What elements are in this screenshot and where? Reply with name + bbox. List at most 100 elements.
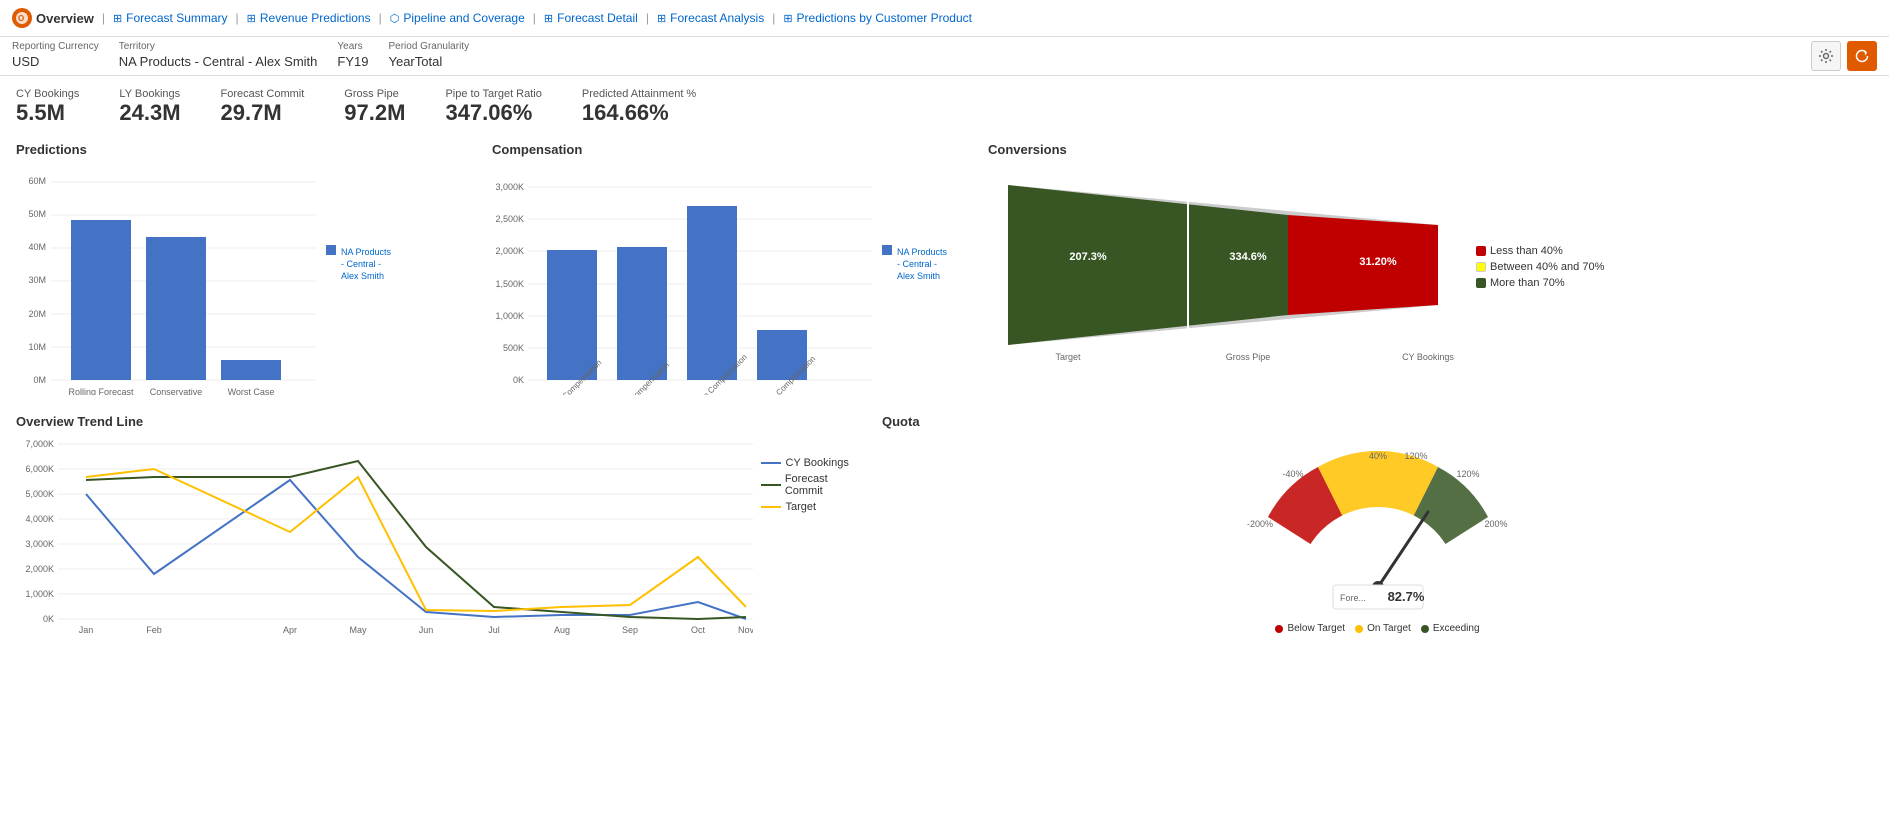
nav-bar: O Overview | ⊞ Forecast Summary | ⊞ Reve… [0,0,1889,37]
kpi-cy-bookings-value: 5.5M [16,100,79,126]
forecast-commit-legend-label: Forecast Commit [785,473,866,497]
kpi-pipe-target: Pipe to Target Ratio 347.06% [445,88,541,126]
kpi-ly-bookings-value: 24.3M [119,100,180,126]
bar-rolling-comp [617,247,667,380]
period-value: YearTotal [388,54,469,69]
predictions-chart: Predictions 0M 10M 20M 30M 40M 50M 60M [16,142,476,398]
predictions-customer-icon: ⊞ [783,12,792,25]
svg-text:Alex Smith: Alex Smith [897,271,940,281]
pipeline-coverage-label: Pipeline and Coverage [403,11,524,25]
svg-text:40%: 40% [1368,451,1386,461]
kpi-cy-bookings: CY Bookings 5.5M [16,88,79,126]
svg-text:40M: 40M [28,242,46,252]
kpi-gross-pipe-label: Gross Pipe [344,88,405,100]
period-label: Period Granularity [388,41,469,52]
svg-text:Target: Target [1055,352,1081,362]
cy-bookings-legend-label: CY Bookings [785,457,848,469]
gauge-legend-on-target: On Target [1355,623,1411,634]
compensation-title: Compensation [492,142,972,157]
compensation-chart: Compensation 0K 500K 1,000K 1,500K 2,000… [492,142,972,398]
quota-title: Quota [882,414,1873,429]
forecast-commit-line-legend [761,484,780,486]
conversions-title: Conversions [988,142,1873,157]
kpi-gross-pipe-value: 97.2M [344,100,405,126]
pipeline-icon: ⬡ [390,12,400,25]
refresh-button[interactable] [1847,41,1877,71]
svg-text:6,000K: 6,000K [25,464,54,474]
revenue-icon: ⊞ [247,12,256,25]
kpi-predicted-value: 164.66% [582,100,696,126]
svg-text:120%: 120% [1456,469,1479,479]
line-cy-bookings [86,480,746,619]
filter-period: Period Granularity YearTotal [388,41,469,71]
cy-bookings-line-legend [761,462,781,464]
svg-text:Sep: Sep [622,625,638,635]
nav-forecast-analysis[interactable]: ⊞ Forecast Analysis [657,11,764,25]
svg-text:5,000K: 5,000K [25,489,54,499]
svg-text:82.7%: 82.7% [1387,589,1424,604]
svg-text:50M: 50M [28,209,46,219]
filter-territory: Territory NA Products - Central - Alex S… [119,41,318,71]
legend-between-label: Between 40% and 70% [1490,261,1604,273]
revenue-predictions-label: Revenue Predictions [260,11,371,25]
svg-text:Fore...: Fore... [1339,593,1365,603]
filter-bar: Reporting Currency USD Territory NA Prod… [0,37,1889,76]
kpi-gross-pipe: Gross Pipe 97.2M [344,88,405,126]
svg-text:207.3%: 207.3% [1069,251,1107,263]
legend-yellow-dot [1476,262,1486,272]
legend-target: Target [761,501,866,513]
forecast-detail-label: Forecast Detail [557,11,638,25]
on-target-label: On Target [1367,623,1411,634]
svg-text:Jan: Jan [79,625,94,635]
brand-label: Overview [36,11,94,26]
nav-forecast-summary[interactable]: ⊞ Forecast Summary [113,11,228,25]
trend-svg: 0K 1,000K 2,000K 3,000K 4,000K 5,000K 6,… [16,437,753,637]
gear-icon [1818,48,1834,64]
bar-rolling-forecast [71,220,131,380]
currency-label: Reporting Currency [12,41,99,52]
forecast-analysis-icon: ⊞ [657,12,666,25]
svg-text:334.6%: 334.6% [1229,251,1267,263]
below-target-label: Below Target [1287,623,1345,634]
funnel-svg: 207.3% 334.6% 31.20% Target Gross Pipe C… [988,165,1468,365]
quota-section: Quota -20 [882,414,1873,637]
bar-worst-case [221,360,281,380]
svg-text:1,500K: 1,500K [495,279,524,289]
kpi-predicted-attainment: Predicted Attainment % 164.66% [582,88,696,126]
svg-text:1,000K: 1,000K [25,589,54,599]
gauge-svg: -200% -40% 40% 120% 120% 200% Fore... 82… [1238,437,1518,617]
sep-2: | [236,11,239,25]
nav-predictions-customer[interactable]: ⊞ Predictions by Customer Product [783,11,972,25]
gauge-legend-below: Below Target [1275,623,1345,634]
svg-text:7,000K: 7,000K [25,439,54,449]
forecast-detail-icon: ⊞ [544,12,553,25]
currency-value: USD [12,54,99,69]
nav-revenue-predictions[interactable]: ⊞ Revenue Predictions [247,11,371,25]
settings-button[interactable] [1811,41,1841,71]
below-target-dot [1275,625,1283,633]
forecast-summary-icon: ⊞ [113,12,122,25]
svg-text:0K: 0K [513,375,524,385]
svg-text:Apr: Apr [283,625,297,635]
svg-text:Aug: Aug [554,625,570,635]
svg-text:2,000K: 2,000K [495,246,524,256]
filter-actions [1811,41,1877,71]
svg-text:Jul: Jul [488,625,500,635]
nav-forecast-detail[interactable]: ⊞ Forecast Detail [544,11,638,25]
legend-between: Between 40% and 70% [1476,261,1604,273]
kpi-forecast-commit: Forecast Commit 29.7M [221,88,305,126]
svg-text:0M: 0M [33,375,46,385]
svg-text:NA Products: NA Products [341,247,392,257]
predictions-title: Predictions [16,142,476,157]
gauge-legend: Below Target On Target Exceeding [1275,623,1479,634]
territory-value: NA Products - Central - Alex Smith [119,54,318,69]
svg-text:- Central -: - Central - [341,259,381,269]
legend-more-70: More than 70% [1476,277,1604,289]
sep-5: | [646,11,649,25]
svg-text:2,500K: 2,500K [495,214,524,224]
svg-text:Oct: Oct [691,625,706,635]
bar-conservative [146,237,206,380]
nav-pipeline-coverage[interactable]: ⬡ Pipeline and Coverage [390,11,525,25]
svg-text:10M: 10M [28,342,46,352]
refresh-icon [1854,48,1870,64]
